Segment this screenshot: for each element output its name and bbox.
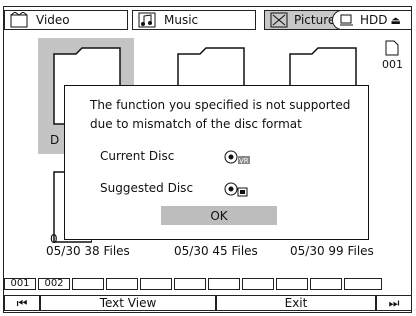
skip-back-button[interactable]: ⏮ [4,295,40,311]
current-disc-label: Current Disc [100,149,175,163]
skip-forward-button[interactable]: ⏭ [376,295,412,311]
hdd-icon [336,11,358,29]
error-dialog: The function you specified is not suppor… [64,85,369,240]
disc-vr-icon: VR [223,149,253,165]
tab-picture-label: Picture [294,13,336,27]
exit-button[interactable]: Exit [216,295,376,311]
music-icon [136,11,158,29]
dialog-message: The function you specified is not suppor… [90,98,351,131]
suggested-disc-label: Suggested Disc [100,181,194,195]
svg-text:VR: VR [239,157,249,165]
tab-music[interactable]: Music [132,10,256,30]
folder-partial-label: D [50,133,60,147]
page-cell[interactable] [276,278,308,290]
tab-video-label: Video [36,13,70,27]
page-cell[interactable] [174,278,206,290]
hdd-status-icon: ⏏ [390,13,401,27]
tab-picture[interactable]: Picture [264,10,340,30]
tab-music-label: Music [164,13,199,27]
page-cell[interactable] [106,278,138,290]
page-cell[interactable] [242,278,274,290]
skip-back-icon: ⏮ [16,295,28,310]
ok-button[interactable]: OK [161,206,277,225]
page-cell[interactable]: 002 [38,278,70,290]
page-doc-icon [385,40,399,60]
picture-icon [268,11,290,29]
page-cell[interactable]: 001 [4,278,36,290]
skip-forward-icon: ⏭ [388,295,400,310]
page-cell[interactable] [310,278,342,290]
page-cell[interactable] [140,278,172,290]
folder-caption: 05/30 99 Files [290,244,374,258]
tab-hdd[interactable]: HDD ⏏ [332,10,412,30]
page-cell[interactable] [344,278,382,290]
video-icon [8,11,30,29]
tab-video[interactable]: Video [4,10,128,30]
tab-hdd-label: HDD [360,13,388,27]
disc-video-icon [223,181,253,197]
text-view-button[interactable]: Text View [40,295,216,311]
bottom-nav: ⏮ Text View Exit ⏭ [4,295,412,311]
folder-count-label: 001 [382,58,403,71]
page-selector: 001 002 [4,278,382,290]
folder-caption: 05/30 38 Files [46,244,130,258]
folder-caption: 05/30 45 Files [174,244,258,258]
page-cell[interactable] [208,278,240,290]
page-cell[interactable] [72,278,104,290]
